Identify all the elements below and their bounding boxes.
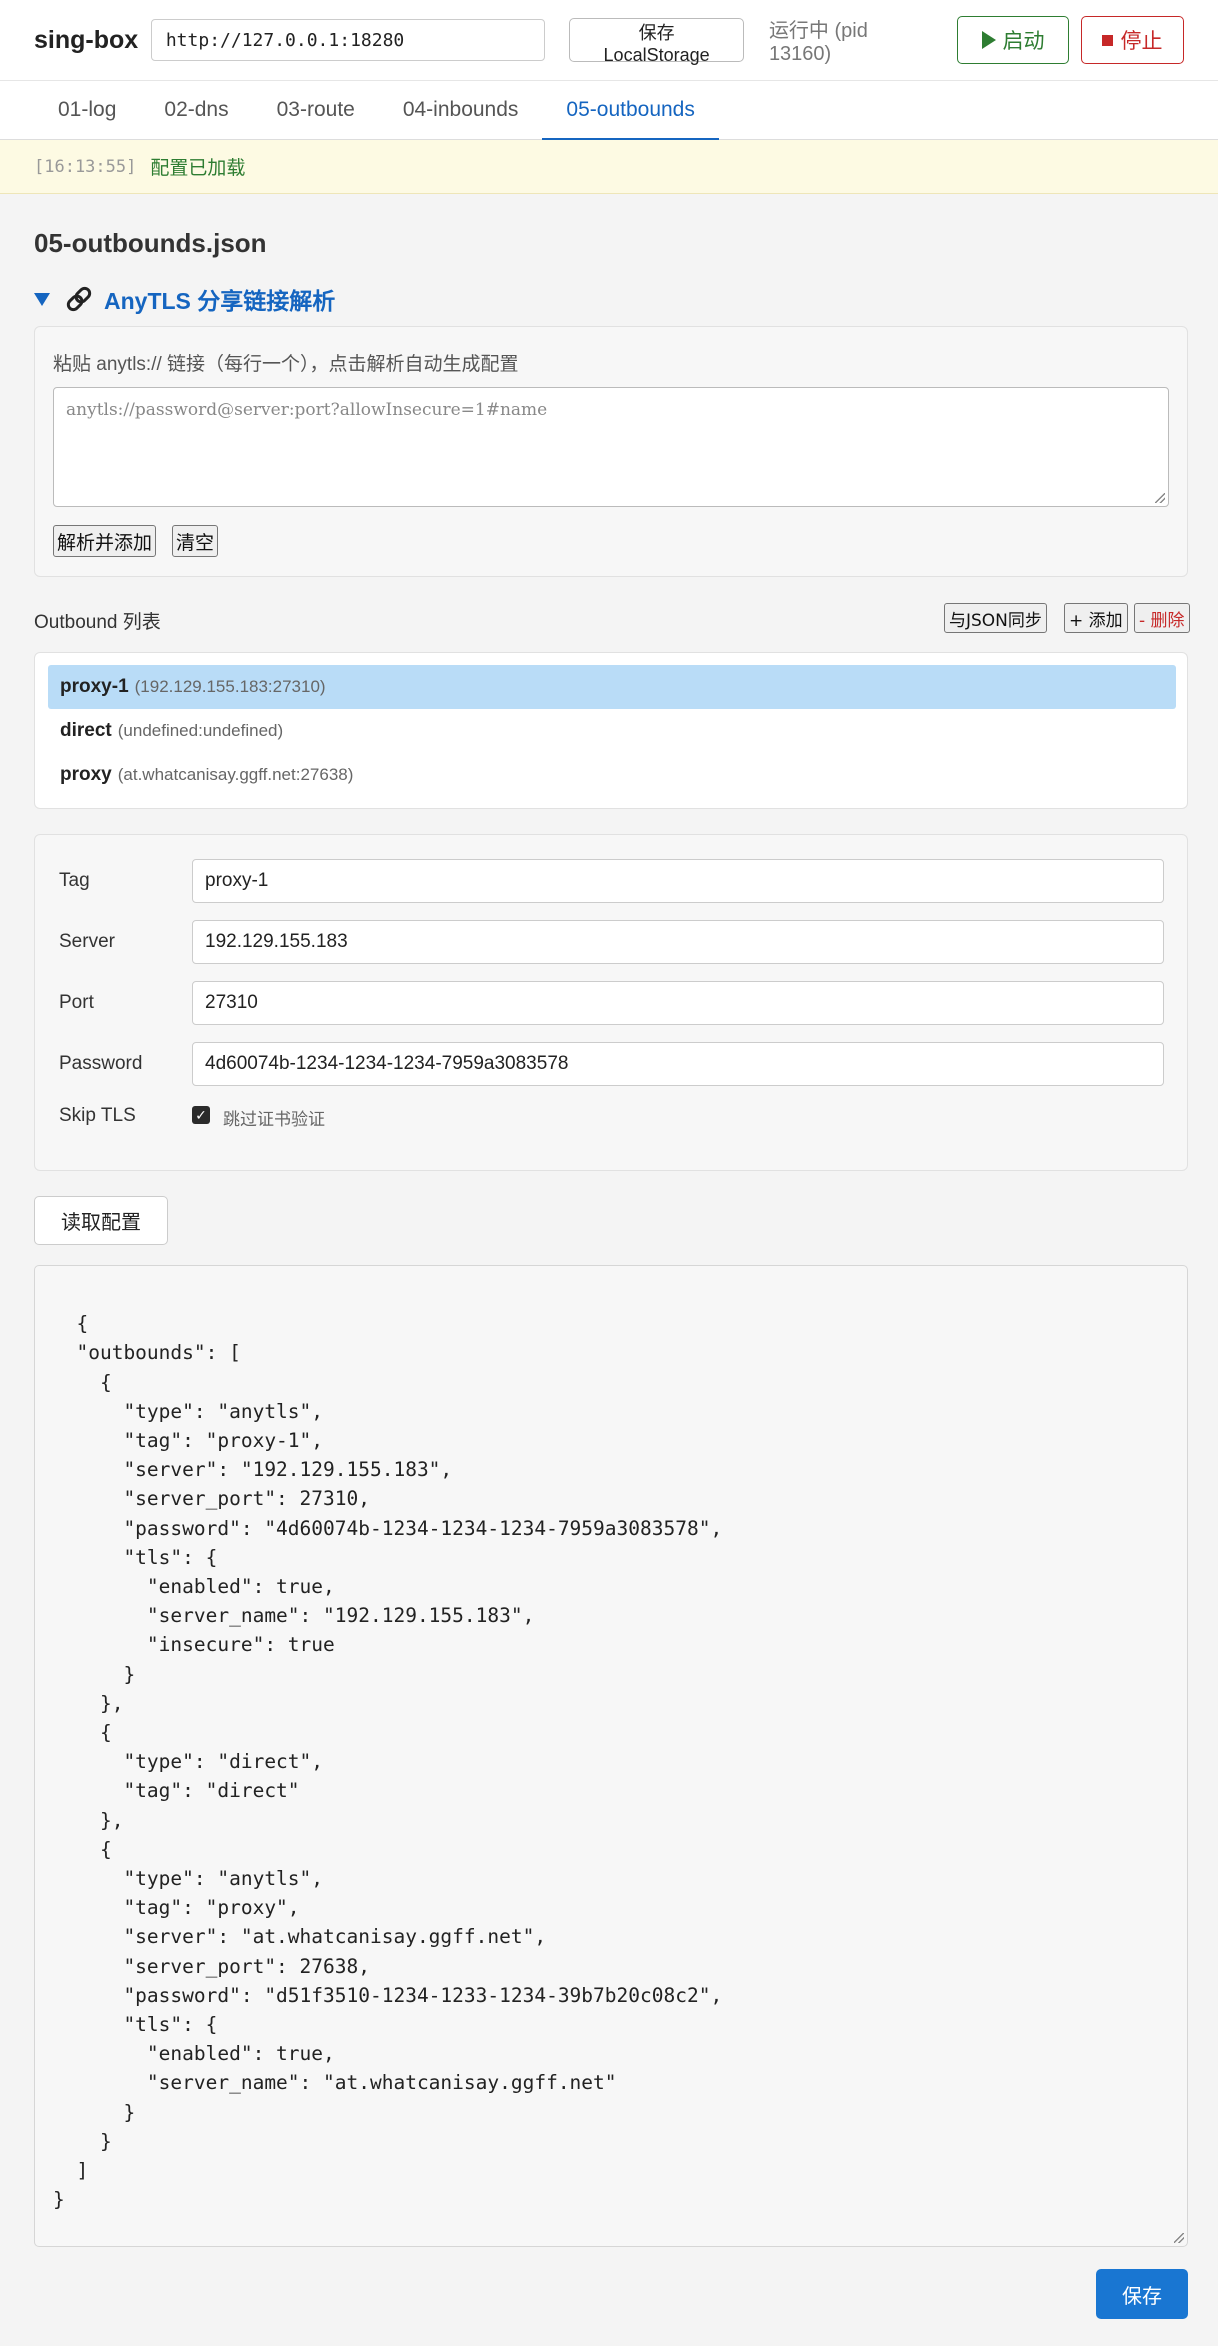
outbound-address: (at.whatcanisay.ggff.net:27638) [117,765,354,784]
read-config-button[interactable]: 读取配置 [34,1196,168,1245]
status-notice: [16:13:55] 配置已加载 [0,140,1218,194]
parser-hint: 粘贴 anytls:// 链接（每行一个），点击解析自动生成配置 [53,354,519,375]
stop-button[interactable]: 停止 [1080,16,1184,64]
tab-inbounds[interactable]: 04-inbounds [379,81,543,141]
resize-handle[interactable] [1155,493,1165,503]
save-localstorage-button[interactable]: 保存LocalStorage [569,18,744,65]
top-bar: sing-box 保存LocalStorage 运行中 (pid 13160) … [0,0,1218,80]
password-label: Password [59,1053,143,1074]
server-label: Server [59,931,115,952]
json-editor[interactable]: { "outbounds": [ { "type": "anytls", "ta… [34,1265,1188,2247]
page-title: 05-outbounds.json [34,228,267,258]
app-title: sing-box [34,25,139,54]
tag-field[interactable]: proxy-1 [192,859,1164,903]
outbound-form: Tag proxy-1 Server 192.129.155.183 Port … [34,834,1188,1171]
parser-title: AnyTLS 分享链接解析 [104,288,336,314]
save-button[interactable]: 保存 [1096,2269,1188,2319]
start-button-label: 启动 [1002,30,1045,53]
list-item[interactable]: proxy (at.whatcanisay.ggff.net:27638) [48,753,1176,797]
start-button[interactable]: 启动 [957,16,1069,64]
outbound-tag: proxy-1 [60,676,129,697]
outbound-list-title: Outbound 列表 [34,612,161,633]
outbound-tag: direct [60,720,112,741]
resize-handle[interactable] [1174,2233,1184,2243]
skip-tls-label: Skip TLS [59,1105,136,1126]
port-label: Port [59,992,94,1013]
tab-bar: 01-log 02-dns 03-route 04-inbounds 05-ou… [0,80,1218,141]
parser-panel: 粘贴 anytls:// 链接（每行一个），点击解析自动生成配置 anytls:… [34,326,1188,577]
add-outbound-button[interactable]: + 添加 [1064,603,1128,633]
link-icon [66,286,92,312]
outbound-address: (undefined:undefined) [117,721,284,740]
outbound-list: proxy-1 (192.129.155.183:27310) direct (… [34,652,1188,809]
tab-outbounds[interactable]: 05-outbounds [542,81,719,141]
notice-timestamp: [16:13:55] [34,156,137,177]
list-item[interactable]: proxy-1 (192.129.155.183:27310) [48,665,1176,709]
port-field[interactable]: 27310 [192,981,1164,1025]
tab-dns[interactable]: 02-dns [140,81,252,141]
tag-label: Tag [59,870,90,891]
stop-icon [1102,34,1114,46]
json-content: { "outbounds": [ { "type": "anytls", "ta… [53,1312,723,2212]
skip-tls-text: 跳过证书验证 [223,1110,325,1129]
play-icon [981,31,996,49]
notice-message: 配置已加载 [150,158,246,179]
share-link-textarea[interactable]: anytls://password@server:port?allowInsec… [53,387,1169,507]
parse-and-add-button[interactable]: 解析并添加 [53,525,157,557]
anytls-parser-toggle[interactable]: AnyTLS 分享链接解析 [34,282,335,316]
outbound-tag: proxy [60,764,112,785]
server-field[interactable]: 192.129.155.183 [192,920,1164,964]
skip-tls-checkbox[interactable]: ✓ [192,1106,210,1124]
share-link-placeholder: anytls://password@server:port?allowInsec… [66,400,548,420]
caret-down-icon [34,292,50,306]
list-item[interactable]: direct (undefined:undefined) [48,709,1176,753]
clear-button[interactable]: 清空 [172,525,219,557]
tab-log[interactable]: 01-log [34,81,140,141]
sync-json-button[interactable]: 与JSON同步 [944,603,1047,633]
status-text: 运行中 (pid 13160) [768,20,868,65]
stop-button-label: 停止 [1120,30,1163,53]
api-url-input[interactable] [150,19,546,61]
delete-outbound-button[interactable]: - 删除 [1134,603,1190,633]
tab-route[interactable]: 03-route [253,81,379,141]
outbound-address: (192.129.155.183:27310) [134,677,326,696]
password-field[interactable]: 4d60074b-1234-1234-1234-7959a3083578 [192,1042,1164,1086]
